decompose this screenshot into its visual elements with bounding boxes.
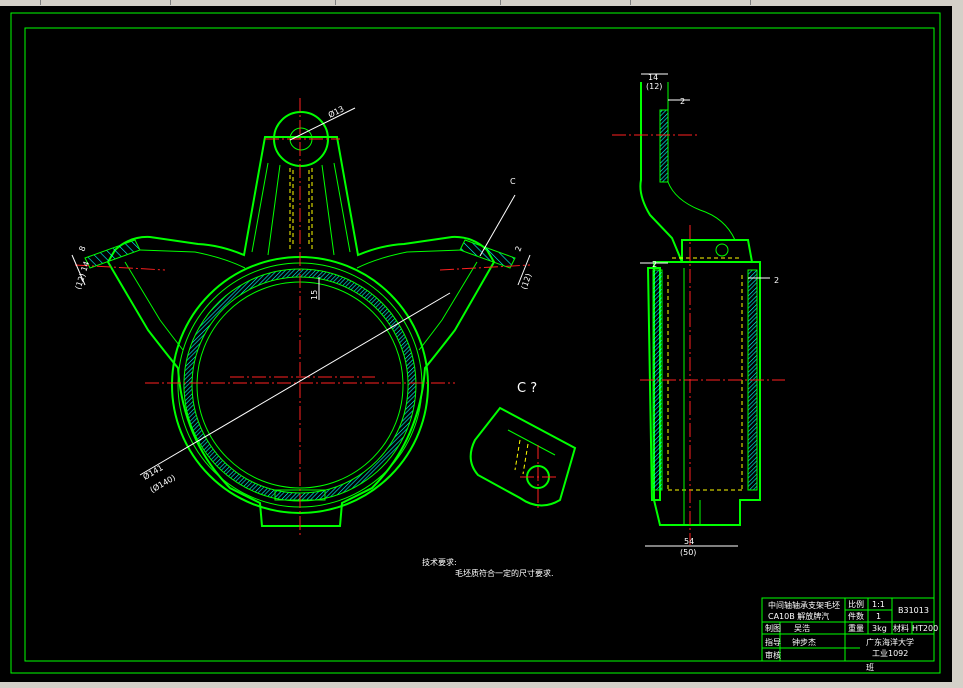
view-c-detail [469,406,577,510]
cad-drawing-canvas[interactable]: Ø13 Ø141 (Ø140) 15 8 14 (12) 2 (12) C C … [0,6,952,682]
toolbar-segment[interactable] [335,0,501,5]
dim-side-2b: 2 [652,260,657,269]
scale-label: 比例 [848,599,864,609]
dim-width-54: 54 [684,537,694,546]
vertical-scrollbar[interactable] [952,6,963,682]
toolbar-segment[interactable] [0,0,41,5]
dim-side-2c: 2 [774,276,779,285]
guide-name: 钟步杰 [792,637,816,647]
toolbar-segment[interactable] [630,0,751,5]
notes-title: 技术要求: [422,557,457,567]
material-label: 材料 [893,623,909,633]
part-name-line1: 中间轴轴承支架毛坯 [768,600,840,610]
weight-value: 3kg [872,624,887,633]
qty-value: 1 [876,612,881,621]
scale-value: 1:1 [872,600,885,609]
guide-label: 指导 [765,637,781,647]
qty-label: 件数 [848,611,864,621]
class-name: 工业1092 [872,648,908,658]
horizontal-scrollbar[interactable] [0,682,963,688]
toolbar-segment[interactable] [500,0,631,5]
review-label: 审核 [765,650,781,660]
dim-ear-8: 8 [77,245,87,253]
dim-side-2a: 2 [680,97,685,106]
part-name-line2: CA10B 解放牌汽 [768,611,829,621]
dim-ear-12: (12) [73,272,87,291]
toolbar-segment[interactable] [170,0,336,5]
material-value: HT200 [912,624,938,633]
drawn-label: 制图 [765,623,781,633]
dim-width-50: (50) [680,548,696,557]
inner-frame [24,27,935,662]
dim-wall: 15 [310,290,319,300]
drawing-number: B31013 [898,606,929,615]
toolbar-segment[interactable] [40,0,171,5]
side-view [612,73,785,547]
extra-mark: 班 [866,662,874,672]
dim-top-14: 14 [648,73,658,82]
drawn-name: 吴浩 [794,623,810,633]
weight-label: 重量 [848,623,864,633]
view-c-title: C ? [517,381,537,396]
dim-top-12: (12) [646,82,662,91]
school-name: 广东海洋大学 [866,637,914,647]
dim-ear-2: 2 [513,245,523,253]
view-c-arrow-label: C [510,177,516,186]
notes-body: 毛坯质符合一定的尺寸要求. [455,568,554,578]
front-view [71,98,531,535]
